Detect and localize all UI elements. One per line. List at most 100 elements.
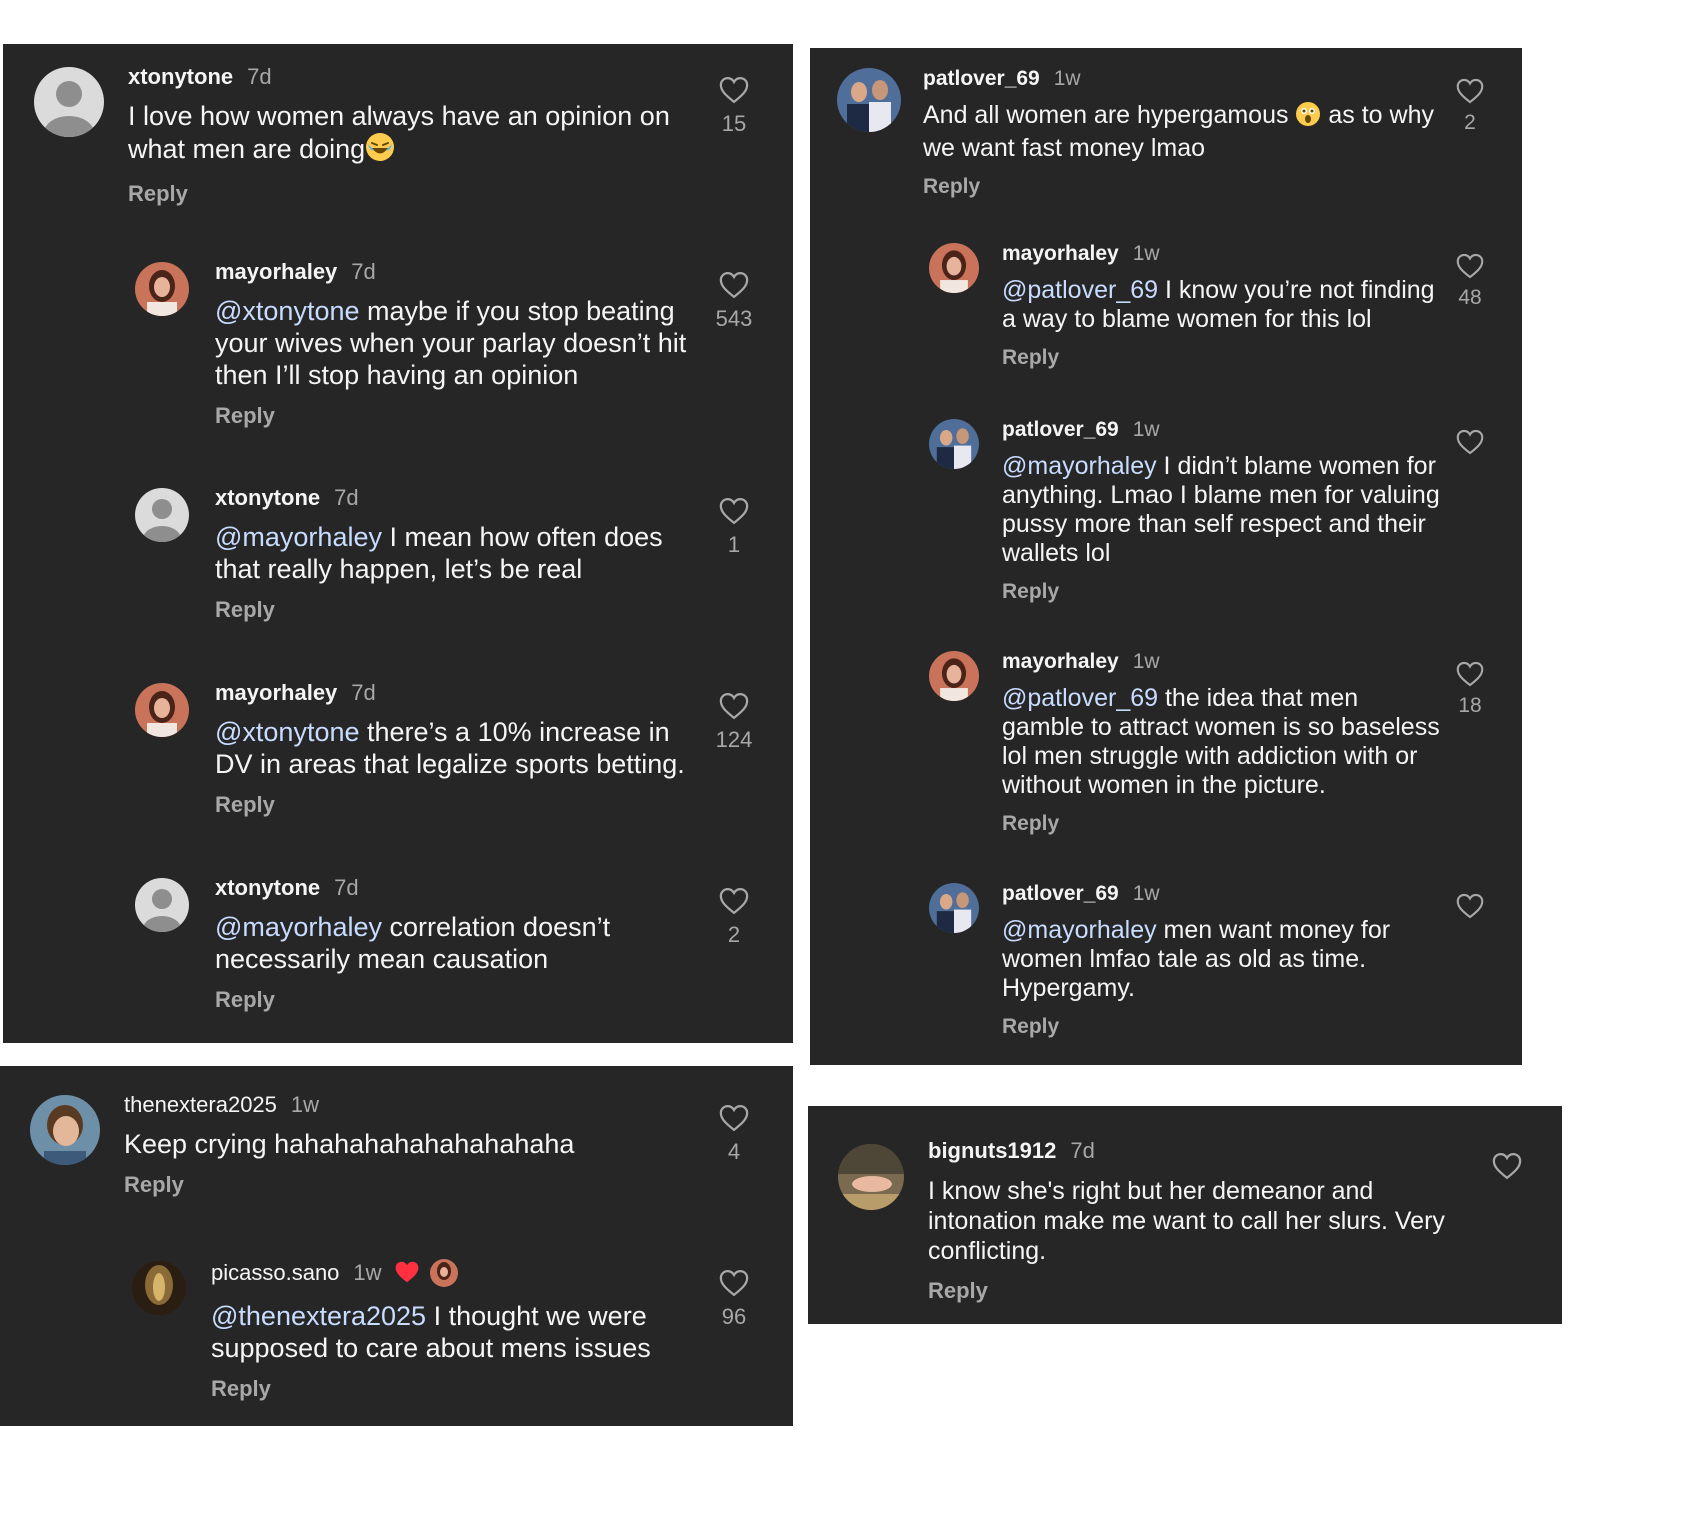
like-control: 18 (1440, 661, 1500, 716)
comment-thenextera2025: thenextera2025 1w Keep crying hahahahahah… (0, 1066, 793, 1226)
photo-avatar[interactable] (132, 1261, 186, 1315)
heart-outline-icon[interactable] (1456, 78, 1484, 104)
mention-link[interactable]: @xtonytone (215, 296, 360, 326)
timestamp: 7d (1070, 1138, 1095, 1163)
username[interactable]: bignuts1912 (928, 1138, 1056, 1163)
creator-avatar-icon (429, 1259, 458, 1287)
photo-avatar[interactable] (929, 883, 979, 933)
heart-outline-icon[interactable] (1456, 429, 1484, 455)
reply-button[interactable]: Reply (1002, 1015, 1059, 1039)
like-control: 2 (704, 887, 764, 946)
reply-button[interactable]: Reply (1002, 580, 1059, 604)
reply-button[interactable]: Reply (215, 792, 275, 818)
reply-button[interactable]: Reply (923, 175, 980, 199)
like-count: 543 (715, 306, 753, 331)
comment-text: @xtonytone there’s a 10% increase in DV … (215, 717, 685, 779)
comment-text: @patlover_69 the idea that men gamble to… (1002, 684, 1440, 799)
mention-link[interactable]: @mayorhaley (1002, 452, 1157, 480)
photo-avatar[interactable] (929, 651, 979, 701)
photo-avatar[interactable] (135, 262, 189, 316)
reply-button[interactable]: Reply (1002, 812, 1059, 836)
timestamp: 7d (351, 680, 376, 705)
like-control: 543 (704, 271, 764, 330)
username[interactable]: mayorhaley (215, 259, 337, 284)
comment-patlover-1: patlover_69 1w And all women are hypergam… (810, 48, 1522, 218)
comment-patlover-2: patlover_69 1w @mayorhaley I didn’t blame… (810, 399, 1522, 624)
like-control: 48 (1440, 253, 1500, 308)
comment-panel-4: bignuts1912 7d I know she's right but her… (808, 1106, 1562, 1324)
comment-text: @mayorhaley I mean how often does that r… (215, 522, 663, 584)
heart-outline-icon[interactable] (719, 1269, 749, 1297)
like-control (1440, 893, 1500, 927)
username[interactable]: mayorhaley (1002, 650, 1119, 673)
mention-link[interactable]: @patlover_69 (1002, 276, 1158, 304)
reply-button[interactable]: Reply (215, 987, 275, 1013)
username[interactable]: mayorhaley (1002, 242, 1119, 265)
comment-text: @mayorhaley I didn’t blame women for any… (1002, 452, 1440, 567)
timestamp: 1w (1053, 67, 1081, 90)
mention-link[interactable]: @xtonytone (215, 717, 360, 747)
comment-panel-3: patlover_69 1w And all women are hypergam… (810, 48, 1522, 1065)
mention-link[interactable]: @mayorhaley (215, 522, 382, 552)
comment-mayorhaley-2: mayorhaley 7d @xtonytone there’s a 10% in… (3, 660, 793, 840)
username[interactable]: xtonytone (128, 64, 233, 89)
mention-link[interactable]: @mayorhaley (1002, 916, 1157, 944)
photo-avatar[interactable] (30, 1095, 100, 1165)
photo-avatar[interactable] (929, 243, 979, 293)
default-avatar[interactable] (135, 488, 189, 542)
like-count: 2 (727, 922, 741, 947)
comment-xtonytone-1: xtonytone 7d I love how women always have… (3, 44, 793, 224)
default-avatar[interactable] (135, 878, 189, 932)
username[interactable]: xtonytone (215, 485, 320, 510)
like-count: 18 (1458, 694, 1482, 717)
comment-mayorhaley-3: mayorhaley 1w @patlover_69 I know you’re … (810, 223, 1522, 393)
heart-outline-icon[interactable] (719, 497, 749, 525)
comment-text: And all women are hypergamous as to why … (923, 101, 1434, 162)
reply-button[interactable]: Reply (128, 181, 188, 207)
like-control: 96 (704, 1269, 764, 1328)
red-heart-icon (394, 1260, 420, 1288)
username[interactable]: xtonytone (215, 875, 320, 900)
heart-outline-icon[interactable] (1456, 661, 1484, 687)
laughing-emoji (365, 132, 395, 169)
mention-link[interactable]: @patlover_69 (1002, 684, 1158, 712)
timestamp: 1w (353, 1260, 382, 1285)
heart-outline-icon[interactable] (1492, 1152, 1522, 1180)
reply-button[interactable]: Reply (928, 1278, 988, 1304)
mention-link[interactable]: @mayorhaley (215, 912, 382, 942)
username[interactable]: picasso.sano (211, 1260, 339, 1285)
photo-avatar[interactable] (135, 683, 189, 737)
comment-text: Keep crying hahahahahahahahahaha (124, 1129, 575, 1159)
like-count: 2 (1464, 111, 1476, 134)
reply-button[interactable]: Reply (211, 1376, 271, 1402)
like-count: 124 (715, 727, 753, 752)
photo-avatar[interactable] (837, 68, 901, 132)
mention-link[interactable]: @thenextera2025 (211, 1301, 426, 1331)
timestamp: 1w (1132, 650, 1160, 673)
reply-button[interactable]: Reply (1002, 346, 1059, 370)
photo-avatar[interactable] (838, 1144, 904, 1210)
default-avatar[interactable] (34, 67, 104, 137)
comment-text: @mayorhaley correlation doesn’t necessar… (215, 912, 611, 974)
heart-outline-icon[interactable] (719, 1104, 749, 1132)
username[interactable]: mayorhaley (215, 680, 337, 705)
heart-outline-icon[interactable] (719, 692, 749, 720)
heart-outline-icon[interactable] (719, 887, 749, 915)
heart-outline-icon[interactable] (719, 76, 749, 104)
username[interactable]: patlover_69 (923, 67, 1040, 90)
like-control: 1 (704, 497, 764, 556)
like-control (1477, 1152, 1537, 1189)
timestamp: 1w (1132, 418, 1160, 441)
reply-button[interactable]: Reply (215, 403, 275, 429)
username[interactable]: patlover_69 (1002, 882, 1119, 905)
like-count: 15 (721, 111, 747, 136)
comment-text: @xtonytone maybe if you stop beating you… (215, 296, 687, 390)
heart-outline-icon[interactable] (1456, 893, 1484, 919)
heart-outline-icon[interactable] (1456, 253, 1484, 279)
username[interactable]: thenextera2025 (124, 1092, 277, 1117)
reply-button[interactable]: Reply (124, 1172, 184, 1198)
reply-button[interactable]: Reply (215, 597, 275, 623)
photo-avatar[interactable] (929, 419, 979, 469)
username[interactable]: patlover_69 (1002, 418, 1119, 441)
heart-outline-icon[interactable] (719, 271, 749, 299)
